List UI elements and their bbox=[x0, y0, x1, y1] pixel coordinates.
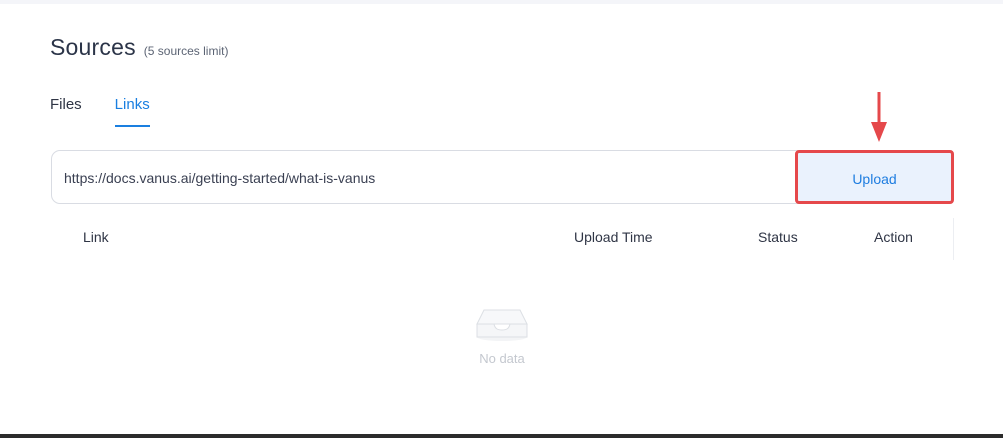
arrow-down-icon bbox=[871, 92, 887, 142]
column-header-action: Action bbox=[874, 229, 913, 245]
empty-inbox-icon bbox=[476, 309, 528, 341]
tab-files[interactable]: Files bbox=[50, 96, 82, 127]
link-input-box: Upload bbox=[51, 150, 954, 205]
empty-state: No data bbox=[460, 306, 544, 366]
link-url-input[interactable] bbox=[62, 151, 786, 205]
empty-text: No data bbox=[479, 351, 525, 366]
page-title: Sources bbox=[50, 34, 136, 60]
source-tabs: Files Links bbox=[50, 96, 183, 127]
column-divider bbox=[953, 218, 954, 260]
upload-button[interactable]: Upload bbox=[795, 150, 954, 204]
sources-panel: Sources (5 sources limit) Files Links Up… bbox=[0, 4, 1003, 434]
sources-limit-note: (5 sources limit) bbox=[143, 44, 229, 58]
tab-links[interactable]: Links bbox=[114, 96, 150, 127]
column-header-status: Status bbox=[758, 229, 798, 245]
links-table-header: Link Upload Time Status Action bbox=[51, 210, 954, 260]
column-header-upload-time: Upload Time bbox=[574, 229, 653, 245]
title-row: Sources (5 sources limit) bbox=[50, 34, 228, 61]
bottom-edge bbox=[0, 434, 1003, 438]
column-header-link: Link bbox=[83, 229, 109, 245]
